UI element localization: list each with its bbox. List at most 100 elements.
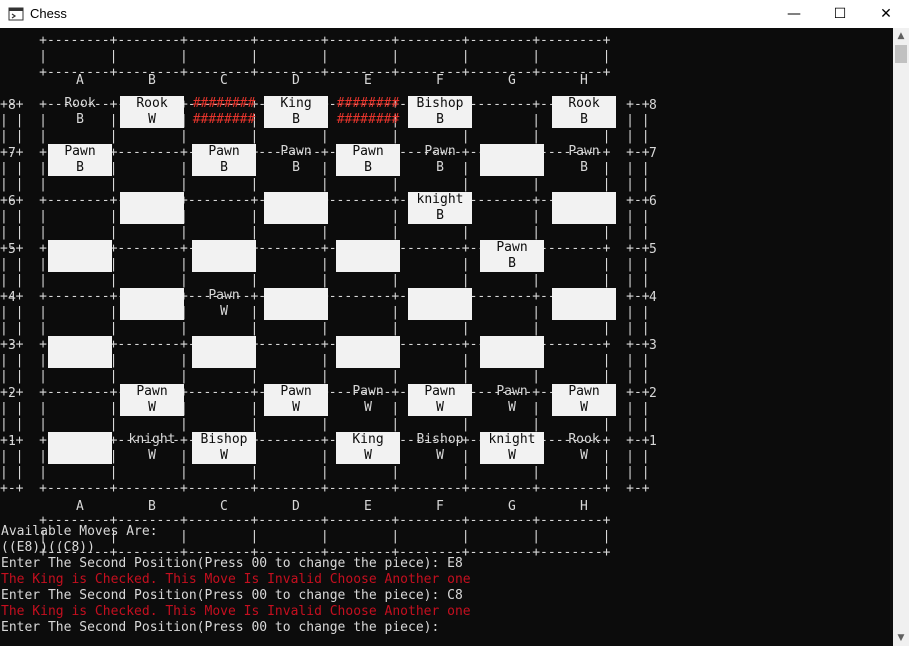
column-label-bottom: C xyxy=(220,499,228,514)
square-d5 xyxy=(264,240,328,272)
column-label-bottom: F xyxy=(436,499,444,514)
square-c3 xyxy=(192,336,256,368)
square-f2: Pawn W xyxy=(408,384,472,416)
square-h3 xyxy=(552,336,616,368)
square-g7 xyxy=(480,144,544,176)
square-d6 xyxy=(264,192,328,224)
console-line: The King is Checked. This Move Is Invali… xyxy=(1,604,471,619)
square-d2: Pawn W xyxy=(264,384,328,416)
console-line: Enter The Second Position(Press 00 to ch… xyxy=(1,588,463,603)
square-b1: knight W xyxy=(128,432,176,463)
console-line: Available Moves Are: xyxy=(1,524,158,539)
square-e4 xyxy=(336,288,400,320)
vertical-scrollbar[interactable]: ▲ ▼ xyxy=(893,28,909,646)
square-h6 xyxy=(552,192,616,224)
square-f4 xyxy=(408,288,472,320)
column-label-top: F xyxy=(436,73,444,88)
square-d3 xyxy=(264,336,328,368)
row-label-right: 8 xyxy=(649,98,657,113)
column-label-bottom: A xyxy=(76,499,84,514)
row-label-right: 6 xyxy=(649,194,657,209)
column-label-top: E xyxy=(364,73,372,88)
console-app-icon xyxy=(8,7,24,21)
square-c8: ######## ######## xyxy=(192,96,256,127)
close-button[interactable]: ✕ xyxy=(863,0,909,28)
square-e6 xyxy=(336,192,400,224)
row-label-right: 7 xyxy=(649,146,657,161)
row-label-right: 2 xyxy=(649,386,657,401)
square-g4 xyxy=(480,288,544,320)
column-label-bottom: E xyxy=(364,499,372,514)
scroll-down-arrow-icon[interactable]: ▼ xyxy=(893,630,909,646)
square-h8: Rook B xyxy=(552,96,616,128)
square-f5 xyxy=(408,240,472,272)
square-e2: Pawn W xyxy=(352,384,384,415)
square-b6 xyxy=(120,192,184,224)
square-f8: Bishop B xyxy=(408,96,472,128)
square-d4 xyxy=(264,288,328,320)
square-e5 xyxy=(336,240,400,272)
square-a1 xyxy=(48,432,112,464)
square-b8: Rook W xyxy=(120,96,184,128)
column-label-top: C xyxy=(220,73,228,88)
square-c4: Pawn W xyxy=(208,288,240,319)
square-a7: Pawn B xyxy=(48,144,112,176)
row-label-left: 3 xyxy=(8,338,16,353)
square-d7: Pawn B xyxy=(280,144,312,175)
square-b5 xyxy=(120,240,184,272)
square-a8: Rook B xyxy=(64,96,96,127)
square-c6 xyxy=(192,192,256,224)
square-f6: knight B xyxy=(408,192,472,224)
scroll-thumb[interactable] xyxy=(895,45,907,63)
column-label-bottom: G xyxy=(508,499,516,514)
row-label-right: 4 xyxy=(649,290,657,305)
square-h7: Pawn B xyxy=(568,144,600,175)
square-f7: Pawn B xyxy=(424,144,456,175)
square-a3 xyxy=(48,336,112,368)
square-g1: knight W xyxy=(480,432,544,464)
square-a4 xyxy=(48,288,112,320)
row-label-right: 1 xyxy=(649,434,657,449)
row-label-right: 3 xyxy=(649,338,657,353)
square-e1: King W xyxy=(336,432,400,464)
maximize-button[interactable]: ☐ xyxy=(817,0,863,28)
row-label-left: 2 xyxy=(8,386,16,401)
square-c2 xyxy=(192,384,256,416)
console-line: ((E8))((C8)) xyxy=(1,540,95,555)
square-h1: Rook W xyxy=(568,432,600,463)
row-label-right: 5 xyxy=(649,242,657,257)
square-c7: Pawn B xyxy=(192,144,256,176)
square-g6 xyxy=(480,192,544,224)
console-area[interactable]: +--------+--------+--------+--------+---… xyxy=(0,28,893,646)
minimize-button[interactable]: — xyxy=(771,0,817,28)
console-line: Enter The Second Position(Press 00 to ch… xyxy=(1,620,440,635)
column-label-top: B xyxy=(148,73,156,88)
square-a2 xyxy=(48,384,112,416)
row-label-left: 7 xyxy=(8,146,16,161)
square-b2: Pawn W xyxy=(120,384,184,416)
square-a6 xyxy=(48,192,112,224)
row-label-left: 5 xyxy=(8,242,16,257)
scroll-up-arrow-icon[interactable]: ▲ xyxy=(893,28,909,44)
square-e3 xyxy=(336,336,400,368)
square-g3 xyxy=(480,336,544,368)
row-label-left: 6 xyxy=(8,194,16,209)
column-label-top: A xyxy=(76,73,84,88)
square-c1: Bishop W xyxy=(192,432,256,464)
row-label-left: 1 xyxy=(8,434,16,449)
row-label-left: 8 xyxy=(8,98,16,113)
title-bar: Chess — ☐ ✕ xyxy=(0,0,909,28)
square-f3 xyxy=(408,336,472,368)
row-label-left: 4 xyxy=(8,290,16,305)
console-line: Enter The Second Position(Press 00 to ch… xyxy=(1,556,463,571)
square-b4 xyxy=(120,288,184,320)
square-e7: Pawn B xyxy=(336,144,400,176)
square-g2: Pawn W xyxy=(496,384,528,415)
column-label-top: H xyxy=(580,73,588,88)
window-title: Chess xyxy=(30,6,67,21)
square-b7 xyxy=(120,144,184,176)
square-g5: Pawn B xyxy=(480,240,544,272)
square-h2: Pawn W xyxy=(552,384,616,416)
square-d1 xyxy=(264,432,328,464)
square-d8: King B xyxy=(264,96,328,128)
